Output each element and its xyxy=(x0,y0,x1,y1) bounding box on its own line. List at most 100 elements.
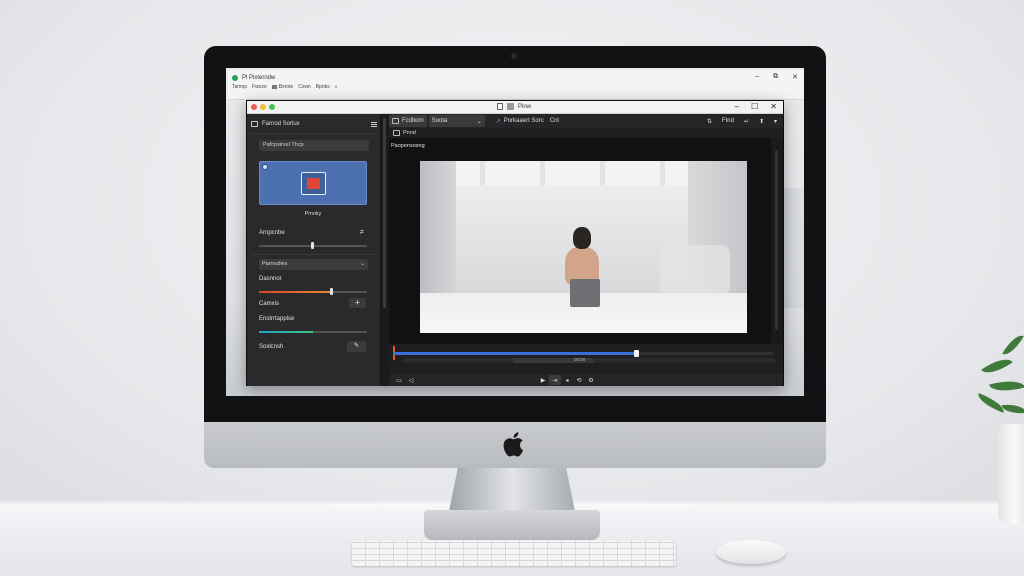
app-favicon-icon xyxy=(232,75,238,81)
vertical-scrollbar[interactable] xyxy=(771,138,783,344)
add-button[interactable]: + xyxy=(349,298,366,308)
dasnnor-slider[interactable] xyxy=(259,288,367,295)
monitor-bezel: Pl Pixterndw Tamnp Fwoze Bxrote Cswn Bpn… xyxy=(204,46,826,422)
background-window-controls: – ⧉ ✕ xyxy=(755,73,798,81)
mouse xyxy=(716,540,786,564)
ceiling-beam xyxy=(660,161,665,187)
main-toolbar: Fcdltorn Soota ⌄ ↗ Porkaaert Sorc Cnl ⇅ … xyxy=(389,114,783,128)
background-window-title-text: Pl Pixterndw xyxy=(242,75,276,81)
minimize-button[interactable]: – xyxy=(735,102,739,111)
upload-icon[interactable]: ⬆ xyxy=(759,118,764,125)
playhead[interactable] xyxy=(634,350,640,357)
project-button[interactable]: ↗ Porkaaert Sorc xyxy=(493,115,547,127)
minimize-button[interactable]: – xyxy=(755,73,759,81)
monitor-foot xyxy=(424,510,600,540)
scrollbar-thumb[interactable] xyxy=(775,150,778,330)
ceiling-beam xyxy=(480,161,485,187)
export-icon: ↗ xyxy=(495,118,501,125)
divider xyxy=(251,133,375,134)
chevron-down-icon: ⌄ xyxy=(476,118,482,125)
preset-card[interactable] xyxy=(259,161,367,205)
more-icon[interactable]: ▾ xyxy=(774,118,777,125)
enstrrtapplse-label: Enstrrtapplse xyxy=(259,316,295,322)
ceiling-beam xyxy=(540,161,545,187)
timeline-range[interactable] xyxy=(403,358,775,363)
zoom-light-button[interactable] xyxy=(269,104,275,110)
background-window[interactable]: Pl Pixterndw Tamnp Fwoze Bxrote Cswn Bpn… xyxy=(228,70,804,100)
close-button[interactable]: ✕ xyxy=(792,73,798,81)
grid-icon[interactable]: ⇅ xyxy=(707,118,712,125)
frame-person-head xyxy=(573,227,591,249)
preset-swatch xyxy=(307,178,320,189)
splitter-handle[interactable] xyxy=(383,118,386,308)
frame-laptop xyxy=(570,279,600,307)
document-icon xyxy=(507,103,514,110)
source-icon xyxy=(392,118,399,124)
plant-pot xyxy=(998,424,1024,524)
chevron-down-icon: ⌄ xyxy=(359,261,365,267)
editor-window: Pinw – ☐ ✕ Farnod Sorlux Pafcpsirxel Thc… xyxy=(246,100,784,386)
monitor-icon[interactable]: ▭ xyxy=(393,375,405,385)
enstrrtapplse-slider[interactable] xyxy=(259,331,367,333)
slider-fill xyxy=(259,291,333,293)
dasnnor-label: Dasnnor xyxy=(259,276,282,282)
timecode: 00:00 xyxy=(574,357,586,362)
preset-thumbnail xyxy=(301,172,326,195)
search-icon[interactable]: ⌕ xyxy=(335,84,338,90)
video-frame[interactable] xyxy=(420,161,747,333)
close-button[interactable]: ✕ xyxy=(770,102,777,111)
timeline[interactable]: 00:00 xyxy=(389,344,783,374)
parameters-dropdown[interactable]: Parnvzlies ⌄ xyxy=(259,259,368,270)
slider-knob[interactable] xyxy=(330,288,334,295)
back-icon[interactable]: ↵ xyxy=(744,118,749,125)
selected-indicator-icon xyxy=(262,164,268,170)
settings-icon[interactable]: ⚙ xyxy=(585,375,597,385)
menu-item[interactable]: Fwoze xyxy=(252,84,267,90)
minimize-light-button[interactable] xyxy=(260,104,266,110)
background-window-title: Pl Pixterndw xyxy=(232,73,275,83)
search-field[interactable]: Pafcpsirxel Thcp xyxy=(259,140,369,151)
loop-icon[interactable]: ⟲ xyxy=(573,375,585,385)
window-icon xyxy=(497,103,503,110)
filter-icon[interactable]: ≠ xyxy=(360,229,364,236)
imac: Pl Pixterndw Tamnp Fwoze Bxrote Cswn Bpn… xyxy=(204,46,826,468)
audio-icon[interactable]: ◂ xyxy=(561,375,573,385)
editor-titlebar: Pinw – ☐ ✕ xyxy=(247,101,783,114)
toolbar-right: ⇅ Ftnd ↵ ⬆ ▾ xyxy=(707,118,783,125)
mode-label[interactable]: Cnl xyxy=(547,115,562,127)
folder-icon xyxy=(271,85,277,89)
menu-icon[interactable] xyxy=(371,121,377,127)
menu-item[interactable]: Bxrote xyxy=(271,84,293,90)
close-light-button[interactable] xyxy=(251,104,257,110)
maximize-button[interactable]: ⧉ xyxy=(773,73,778,81)
panel-splitter[interactable] xyxy=(381,114,389,386)
frame-step-icon[interactable]: ⇥ xyxy=(549,375,561,385)
find-button[interactable]: Ftnd xyxy=(722,118,734,124)
menu-item[interactable]: Tamnp xyxy=(232,84,247,90)
divider xyxy=(251,254,375,255)
appearance-slider[interactable] xyxy=(259,242,367,249)
source-selector[interactable]: Fcdltorn xyxy=(389,115,427,127)
pen-icon[interactable]: ✎ xyxy=(347,341,366,352)
panel-icon xyxy=(251,121,258,127)
ceiling-beam xyxy=(600,161,605,187)
volume-icon[interactable]: ◁ xyxy=(405,375,417,385)
camera-icon xyxy=(511,53,517,59)
preset-dropdown[interactable]: Soota ⌄ xyxy=(428,115,485,127)
soxlcnsh-label: Soxlcnsh xyxy=(259,344,284,350)
traffic-lights xyxy=(251,104,275,110)
screen: Pl Pixterndw Tamnp Fwoze Bxrote Cswn Bpn… xyxy=(226,68,804,396)
menu-item[interactable]: Bpnks xyxy=(316,84,330,90)
layer-icon xyxy=(393,130,400,136)
timeline-track[interactable] xyxy=(393,346,773,360)
panel-header: Farnod Sorlux xyxy=(251,118,377,130)
menu-item[interactable]: Cswn xyxy=(298,84,311,90)
slider-knob[interactable] xyxy=(311,242,314,249)
maximize-button[interactable]: ☐ xyxy=(751,102,758,111)
apple-logo-icon xyxy=(503,432,524,457)
slider-fill xyxy=(259,331,313,333)
panel-title: Farnod Sorlux xyxy=(262,121,300,127)
keyboard xyxy=(352,540,676,566)
editor-window-controls: – ☐ ✕ xyxy=(735,102,777,111)
play-icon[interactable]: ▶ xyxy=(537,375,549,385)
